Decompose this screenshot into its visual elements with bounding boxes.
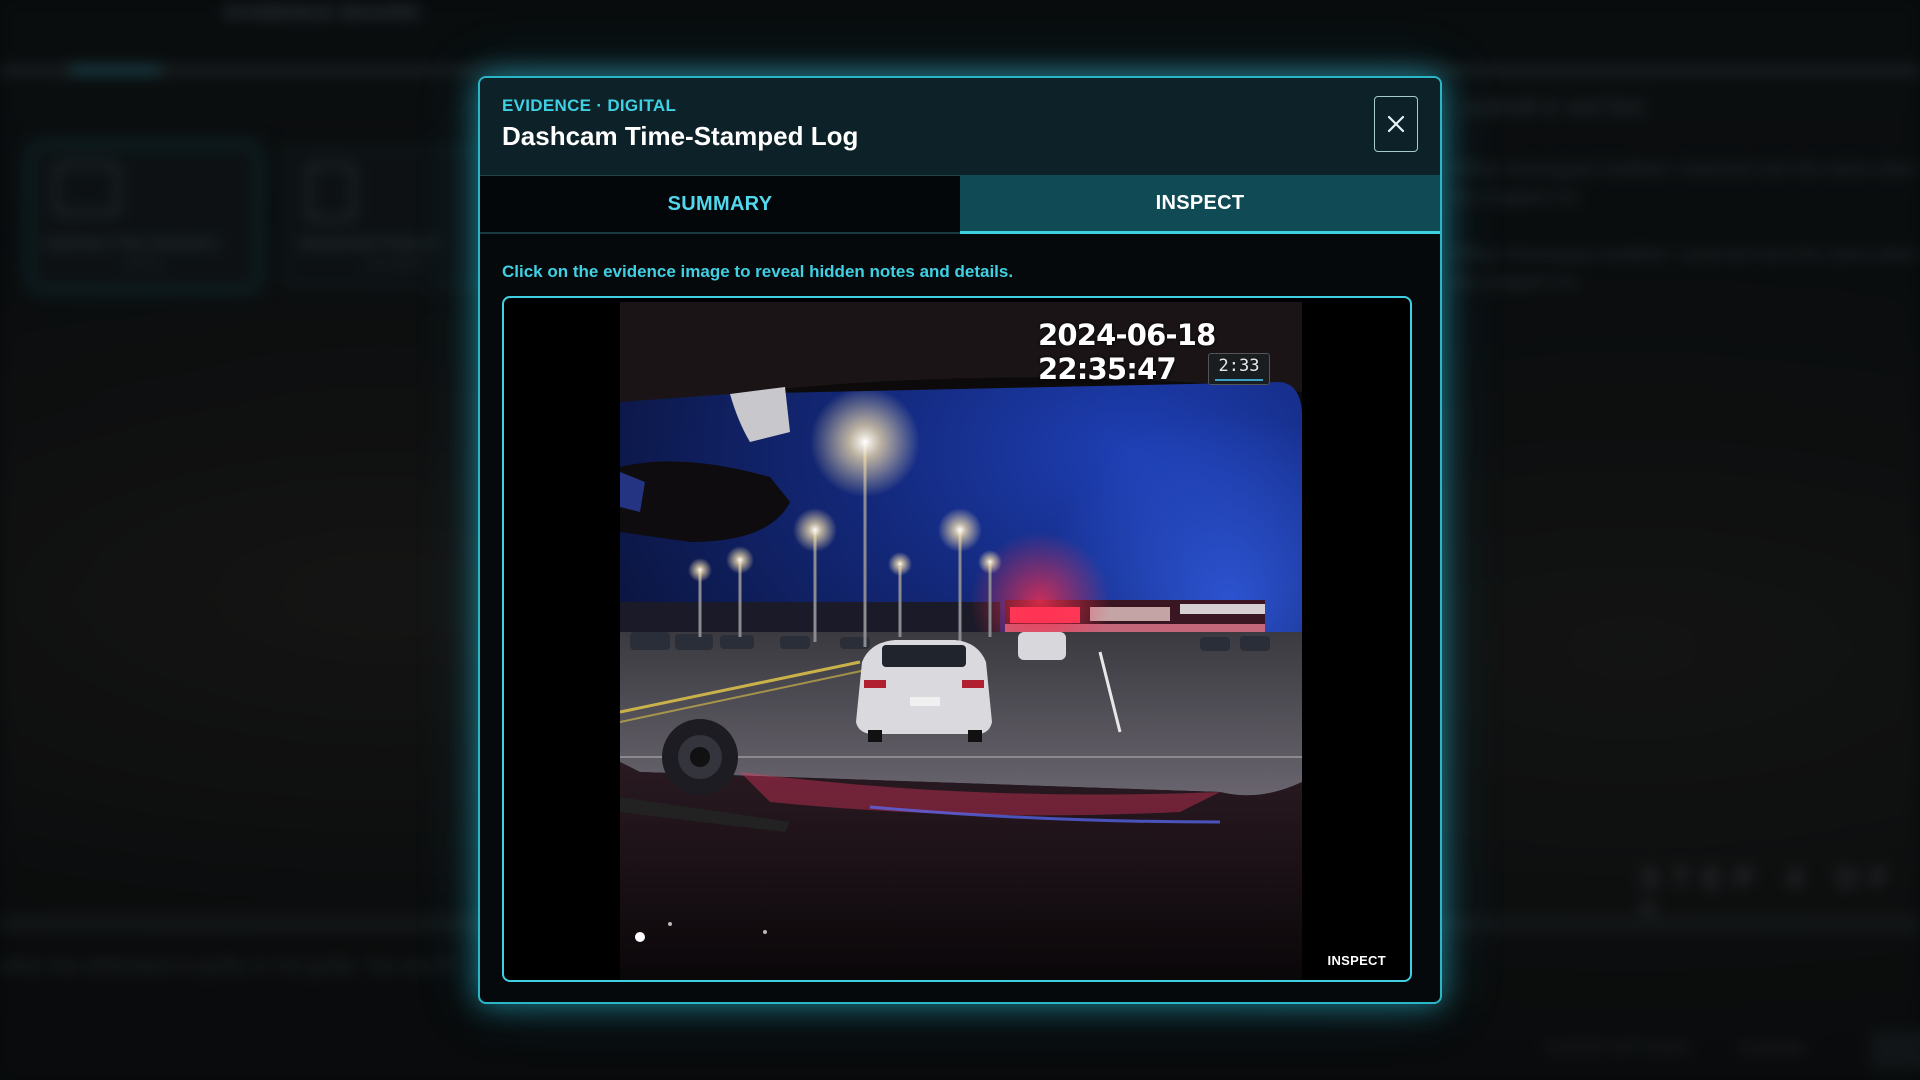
modal-title: Dashcam Time-Stamped Log xyxy=(502,121,859,151)
modal-tabs: SUMMARY INSPECT xyxy=(480,175,1440,234)
evidence-modal: EVIDENCE · DIGITAL Dashcam Time-Stamped … xyxy=(478,76,1442,1004)
close-button[interactable] xyxy=(1374,96,1418,152)
inspect-instruction: Click on the evidence image to reveal hi… xyxy=(502,262,1014,281)
dashcam-scene xyxy=(620,302,1302,980)
dashcam-image[interactable]: 2024-06-18 22:35:47 2:33 xyxy=(620,302,1302,980)
dashboard-clock: 2:33 xyxy=(1208,353,1270,385)
evidence-image-frame[interactable]: 2024-06-18 22:35:47 2:33 INSPECT xyxy=(502,296,1412,982)
evidence-category: EVIDENCE · DIGITAL xyxy=(502,96,677,115)
inspect-hint-label: INSPECT xyxy=(1327,953,1386,968)
close-icon xyxy=(1387,115,1405,133)
tab-inspect[interactable]: INSPECT xyxy=(960,175,1440,234)
modal-header: EVIDENCE · DIGITAL Dashcam Time-Stamped … xyxy=(480,78,1440,175)
tab-summary[interactable]: SUMMARY xyxy=(480,175,960,234)
